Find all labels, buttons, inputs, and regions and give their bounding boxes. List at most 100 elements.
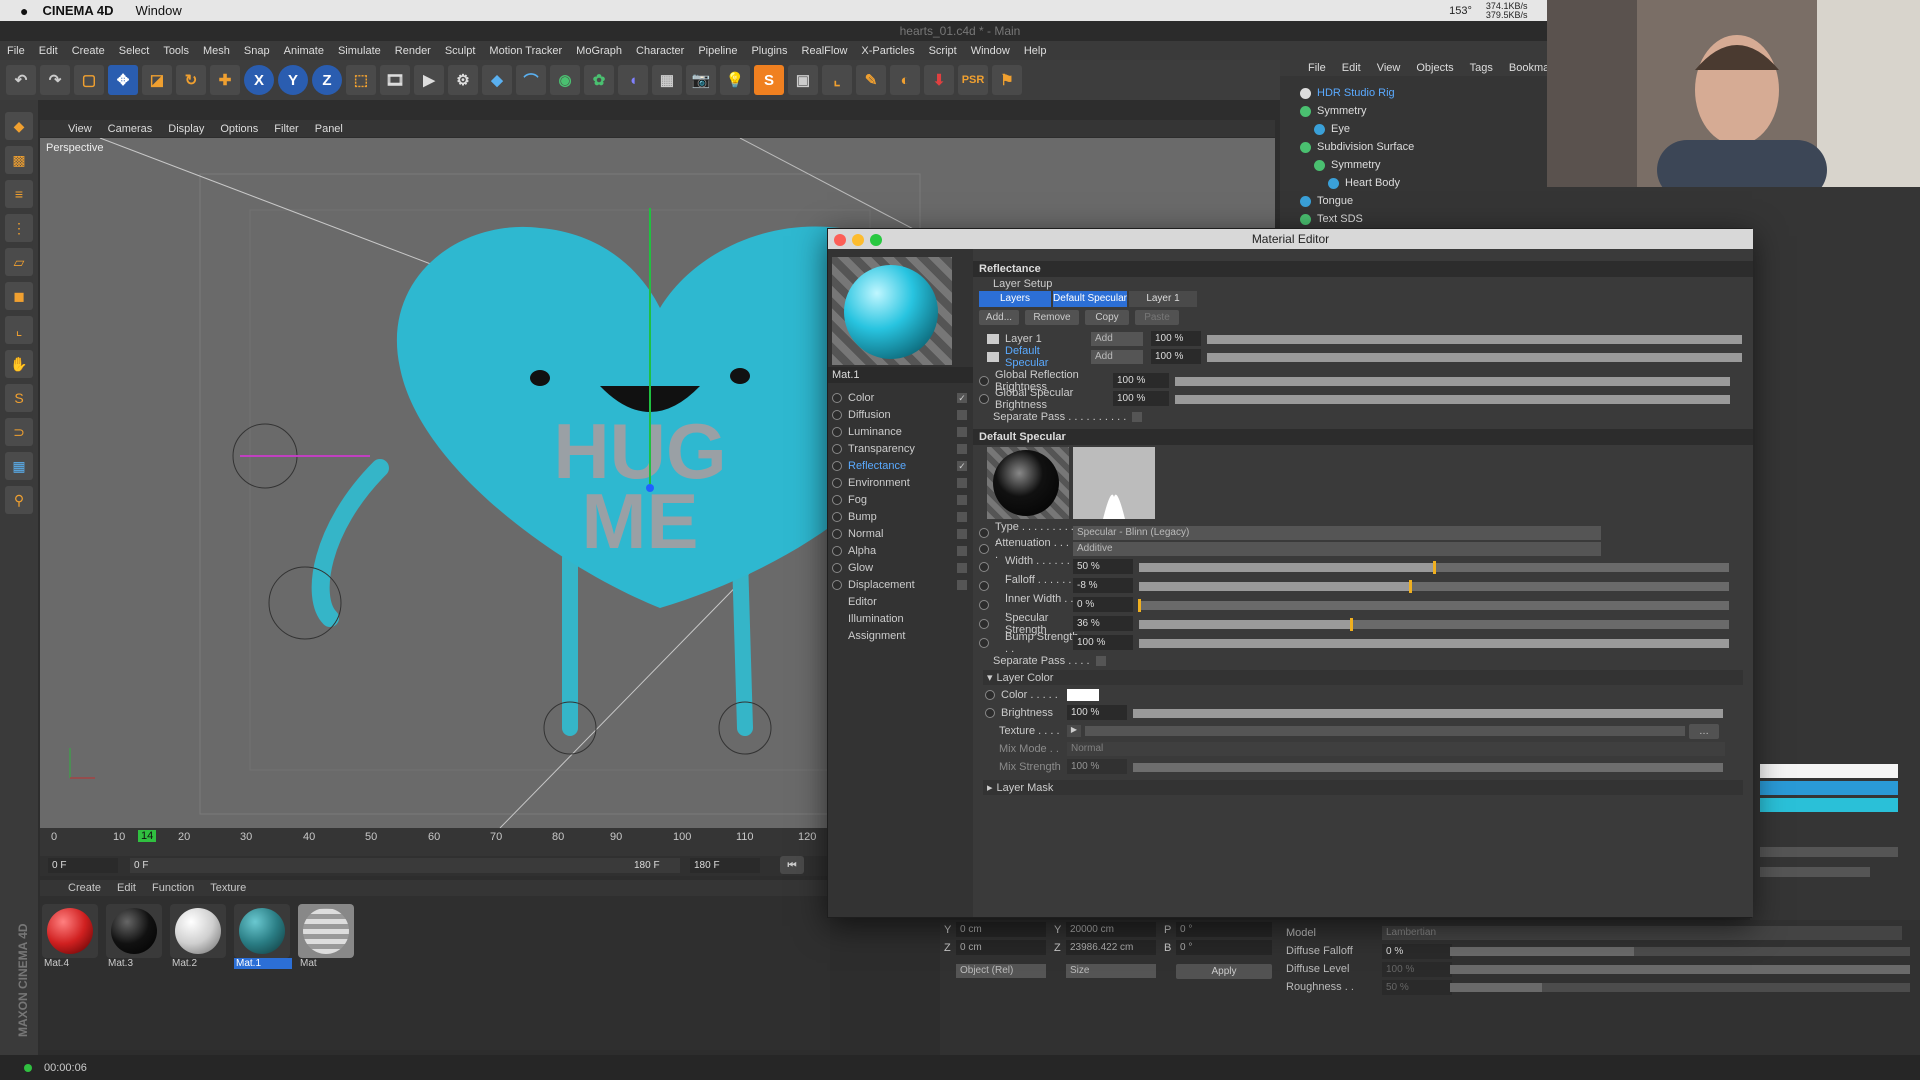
lock-icon[interactable]: ⚲ <box>5 486 33 514</box>
channel-radio[interactable] <box>832 579 842 590</box>
viewport-menu-options[interactable]: Options <box>212 123 266 135</box>
viewport-menu-filter[interactable]: Filter <box>266 123 306 135</box>
channel-radio[interactable] <box>832 409 842 420</box>
channel-color[interactable]: Color ✓ <box>832 389 967 406</box>
texture-browse-button[interactable]: … <box>1689 724 1719 739</box>
add-icon[interactable]: ✚ <box>210 65 240 95</box>
channel-checkbox[interactable] <box>957 494 967 505</box>
channel-radio[interactable] <box>832 528 842 539</box>
texture-mode-icon[interactable]: ▩ <box>5 146 33 174</box>
coord-system-icon[interactable]: ⬚ <box>346 65 376 95</box>
anim-radio[interactable] <box>979 638 989 648</box>
layer-mode-dropdown[interactable]: Add <box>1091 332 1143 346</box>
om-menu-objects[interactable]: Objects <box>1408 62 1461 74</box>
channel-radio[interactable] <box>832 443 842 454</box>
channel-environment[interactable]: Environment <box>832 474 967 491</box>
menu-character[interactable]: Character <box>629 45 691 57</box>
current-frame-field[interactable]: 0 F <box>130 858 680 873</box>
bake-icon[interactable]: ◐ <box>890 65 920 95</box>
mm-menu-create[interactable]: Create <box>60 882 109 894</box>
app-name[interactable]: CINEMA 4D <box>42 3 113 18</box>
om-menu-edit[interactable]: Edit <box>1334 62 1369 74</box>
bump-strength-field[interactable]: 100 % <box>1073 635 1133 650</box>
channel-radio[interactable] <box>832 545 842 556</box>
redo-icon[interactable]: ↷ <box>40 65 70 95</box>
layer-eye-icon[interactable] <box>987 334 999 344</box>
paint-icon[interactable]: ✎ <box>856 65 886 95</box>
start-frame-field[interactable]: 0 F <box>48 858 118 873</box>
color-swatch-white[interactable] <box>1760 764 1898 778</box>
panel-slider[interactable] <box>1760 847 1898 857</box>
size-dropdown[interactable]: Size <box>1066 964 1156 978</box>
attenuation-dropdown[interactable]: Additive <box>1073 542 1601 556</box>
slider-knob[interactable] <box>1409 580 1413 593</box>
undo-icon[interactable]: ↶ <box>6 65 36 95</box>
menu-sculpt[interactable]: Sculpt <box>438 45 483 57</box>
width-field[interactable]: 50 % <box>1073 559 1133 574</box>
mix-strength-slider[interactable] <box>1133 763 1723 772</box>
menu-window[interactable]: Window <box>964 45 1017 57</box>
layer-row-layer-1[interactable]: Layer 1 Add 100 % <box>987 331 1747 347</box>
layer-eye-icon[interactable] <box>987 352 999 362</box>
specular-strength-slider[interactable] <box>1139 618 1729 631</box>
channel-reflectance[interactable]: Reflectance ✓ <box>832 457 967 474</box>
diffuse-level-field[interactable]: 100 % <box>1382 962 1452 977</box>
anim-radio[interactable] <box>979 394 989 404</box>
grid-snap-icon[interactable]: ▦ <box>5 452 33 480</box>
menu-realflow[interactable]: RealFlow <box>795 45 855 57</box>
layer-opacity-slider[interactable] <box>1207 335 1742 344</box>
roughness-field[interactable]: 50 % <box>1382 980 1452 995</box>
diffuse-falloff-slider[interactable] <box>1450 947 1910 956</box>
falloff-field[interactable]: -8 % <box>1073 578 1133 593</box>
render-view-icon[interactable]: 🎞 <box>380 65 410 95</box>
material-preview[interactable] <box>832 257 952 365</box>
current-frame-marker[interactable]: 14 <box>138 830 157 842</box>
slider-knob[interactable] <box>1138 599 1141 612</box>
slider-knob[interactable] <box>1433 561 1436 574</box>
light-icon[interactable]: 💡 <box>720 65 750 95</box>
move-icon[interactable]: ✥ <box>108 65 138 95</box>
paste-layer-button[interactable]: Paste <box>1135 310 1179 325</box>
channel-bump[interactable]: Bump <box>832 508 967 525</box>
channel-checkbox[interactable] <box>957 545 967 556</box>
channel-fog[interactable]: Fog <box>832 491 967 508</box>
separate-pass-checkbox[interactable] <box>1095 656 1106 666</box>
mm-menu-function[interactable]: Function <box>144 882 202 894</box>
viewport-menu-cameras[interactable]: Cameras <box>100 123 161 135</box>
layer-opacity-slider[interactable] <box>1207 353 1742 362</box>
render-picture-icon[interactable]: ▶ <box>414 65 444 95</box>
z-axis-icon[interactable]: Z <box>312 65 342 95</box>
coord-z-field[interactable]: 0 cm <box>956 940 1046 955</box>
export-icon[interactable]: ⬇ <box>924 65 954 95</box>
tab-layer-1[interactable]: Layer 1 <box>1129 291 1197 307</box>
viewport-menu-panel[interactable]: Panel <box>307 123 351 135</box>
channel-luminance[interactable]: Luminance <box>832 423 967 440</box>
channel-checkbox[interactable] <box>957 426 967 437</box>
anim-radio[interactable] <box>985 690 995 700</box>
render-settings-icon[interactable]: ⚙ <box>448 65 478 95</box>
floor-icon[interactable]: ▦ <box>652 65 682 95</box>
material-swatch[interactable]: Mat <box>298 904 356 976</box>
texture-slot[interactable] <box>1085 726 1685 736</box>
expand-arrow-icon[interactable]: ▸ <box>987 781 993 794</box>
psr-icon[interactable]: PSR <box>958 65 988 95</box>
apply-button[interactable]: Apply <box>1176 964 1272 979</box>
material-editor-titlebar[interactable]: Material Editor <box>828 229 1753 249</box>
close-button[interactable] <box>834 234 846 246</box>
om-menu-tags[interactable]: Tags <box>1462 62 1501 74</box>
channel-glow[interactable]: Glow <box>832 559 967 576</box>
channel-normal[interactable]: Normal <box>832 525 967 542</box>
menu-x-particles[interactable]: X-Particles <box>854 45 921 57</box>
viewport-menu-view[interactable]: View <box>60 123 100 135</box>
edges-mode-icon[interactable]: ▱ <box>5 248 33 276</box>
slider-knob[interactable] <box>1350 618 1354 631</box>
cube-wire-icon[interactable]: ▣ <box>788 65 818 95</box>
gizmo-center[interactable] <box>646 484 654 492</box>
material-name-field[interactable]: Mat.1 <box>828 367 973 383</box>
color-swatch[interactable] <box>1067 689 1099 701</box>
anim-radio[interactable] <box>979 562 989 572</box>
tweak-icon[interactable]: ✋ <box>5 350 33 378</box>
layer-row-default-specular[interactable]: Default Specular Add 100 % <box>987 345 1747 369</box>
mix-mode-dropdown[interactable]: Normal <box>1067 742 1725 756</box>
spline-pen-icon[interactable]: ⌒ <box>516 65 546 95</box>
